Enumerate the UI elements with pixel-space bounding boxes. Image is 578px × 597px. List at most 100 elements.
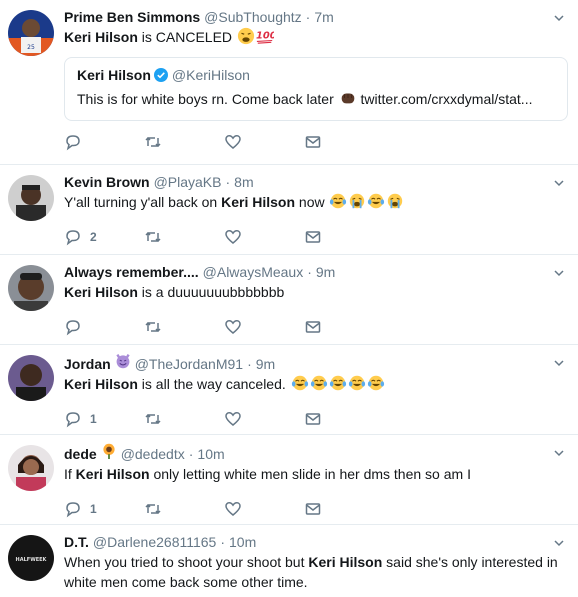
- reply-button[interactable]: [64, 318, 144, 336]
- tweet[interactable]: HALFWEEK D.T. @Darlene26811165 · 10m Whe…: [0, 525, 578, 597]
- direct-message-icon: [305, 136, 321, 148]
- separator-dot: ·: [225, 174, 231, 190]
- avatar[interactable]: 25: [8, 10, 54, 56]
- avatar[interactable]: [8, 175, 54, 221]
- tweet[interactable]: dede @dededtx · 10m If Keri Hilson only …: [0, 435, 578, 525]
- quoted-username: @KeriHilson: [171, 67, 250, 83]
- like-button[interactable]: [224, 318, 304, 336]
- retweet-button[interactable]: [144, 133, 224, 151]
- bold-mention: Keri Hilson: [64, 284, 138, 300]
- retweet-button[interactable]: [144, 318, 224, 336]
- quoted-text: This is for white boys rn. Come back lat…: [77, 88, 555, 110]
- direct-message-icon: [305, 503, 321, 515]
- display-name[interactable]: Always remember....: [64, 263, 199, 281]
- username[interactable]: @PlayaKB: [154, 173, 222, 191]
- quoted-display-name: Keri Hilson: [77, 67, 151, 83]
- timestamp[interactable]: 8m: [234, 173, 253, 191]
- reply-button[interactable]: 1: [64, 500, 144, 518]
- username[interactable]: @AlwaysMeaux: [203, 263, 304, 281]
- tweet-actions: 2: [64, 220, 562, 254]
- bold-mention: Keri Hilson: [64, 29, 138, 45]
- like-button[interactable]: [224, 410, 304, 428]
- text-segment: only letting white men slide in her dms …: [149, 466, 471, 482]
- reply-button[interactable]: 2: [64, 228, 144, 246]
- caret-down-icon[interactable]: [554, 538, 564, 548]
- direct-message-button[interactable]: [304, 318, 384, 336]
- reply-button[interactable]: 1: [64, 410, 144, 428]
- reply-count: 1: [90, 412, 97, 426]
- direct-message-button[interactable]: [304, 410, 384, 428]
- joy-emoji: [310, 375, 327, 391]
- timestamp[interactable]: 7m: [314, 8, 333, 26]
- text-segment: When you tried to shoot your shoot but: [64, 554, 309, 570]
- retweet-icon: [145, 413, 161, 425]
- timestamp[interactable]: 9m: [316, 263, 335, 281]
- avatar[interactable]: [8, 265, 54, 311]
- text-segment: now: [295, 194, 329, 210]
- retweet-button[interactable]: [144, 410, 224, 428]
- avatar[interactable]: [8, 355, 54, 401]
- reply-icon: [66, 135, 80, 151]
- joy-emoji: [291, 375, 308, 391]
- text-segment: If: [64, 466, 76, 482]
- verified-icon: [153, 68, 168, 82]
- direct-message-button[interactable]: [304, 228, 384, 246]
- reply-icon: [66, 230, 80, 246]
- sunflower-emoji: [103, 443, 115, 459]
- caret-down-icon[interactable]: [554, 358, 564, 368]
- smiling-imp-emoji: [116, 353, 130, 369]
- reply-button[interactable]: [64, 133, 144, 151]
- username[interactable]: @dededtx: [121, 445, 185, 463]
- like-icon: [225, 135, 241, 149]
- username[interactable]: @SubThoughtz: [204, 8, 302, 26]
- reply-count: 2: [90, 230, 97, 244]
- retweet-icon: [145, 503, 161, 515]
- avatar[interactable]: HALFWEEK: [8, 535, 54, 581]
- tweet[interactable]: Kevin Brown @PlayaKB · 8m Y'all turning …: [0, 165, 578, 255]
- separator-dot: ·: [305, 9, 311, 25]
- like-button[interactable]: [224, 500, 304, 518]
- timestamp[interactable]: 9m: [256, 355, 275, 373]
- display-name[interactable]: dede: [64, 445, 97, 463]
- display-name[interactable]: Kevin Brown: [64, 173, 150, 191]
- avatar[interactable]: [8, 445, 54, 491]
- separator-dot: ·: [247, 356, 252, 372]
- tweet-actions: 1: [64, 402, 562, 436]
- joy-emoji: [367, 375, 384, 391]
- caret-down-icon[interactable]: [554, 13, 564, 23]
- caret-down-icon[interactable]: [554, 178, 564, 188]
- like-button[interactable]: [224, 228, 304, 246]
- quoted-tweet[interactable]: Keri Hilson @KeriHilson This is for whit…: [64, 57, 568, 121]
- retweet-button[interactable]: [144, 228, 224, 246]
- tired-face-emoji: [237, 27, 255, 45]
- retweet-button[interactable]: [144, 500, 224, 518]
- tweet[interactable]: Always remember.... @AlwaysMeaux · 9m Ke…: [0, 255, 578, 345]
- separator-dot: ·: [220, 534, 226, 550]
- username[interactable]: @Darlene26811165: [93, 533, 216, 551]
- tweet-text: When you tried to shoot your shoot but K…: [64, 552, 562, 592]
- timestamp[interactable]: 10m: [229, 533, 256, 551]
- bold-mention: Keri Hilson: [64, 376, 138, 392]
- caret-down-icon[interactable]: [554, 448, 564, 458]
- tweet[interactable]: Jordan @TheJordanM91 · 9m Keri Hilson is…: [0, 345, 578, 435]
- like-icon: [225, 230, 241, 244]
- display-name[interactable]: Jordan: [64, 355, 111, 373]
- direct-message-button[interactable]: [304, 133, 384, 151]
- tweet[interactable]: 25 Prime Ben Simmons @SubThoughtz · 7m K…: [0, 0, 578, 165]
- retweet-icon: [145, 231, 161, 243]
- reply-icon: [66, 412, 80, 428]
- bold-mention: Keri Hilson: [221, 194, 296, 210]
- caret-down-icon[interactable]: [554, 268, 564, 278]
- bold-mention: Keri Hilson: [308, 554, 383, 570]
- display-name[interactable]: D.T.: [64, 533, 89, 551]
- direct-message-icon: [305, 413, 321, 425]
- hundred-points-emoji: 100: [256, 31, 274, 44]
- tweet-text: Keri Hilson is all the way canceled.: [64, 374, 562, 394]
- timestamp[interactable]: 10m: [197, 445, 224, 463]
- quoted-link[interactable]: twitter.com/crxxdymal/stat...: [357, 91, 533, 107]
- display-name[interactable]: Prime Ben Simmons: [64, 8, 200, 26]
- username[interactable]: @TheJordanM91: [135, 355, 243, 373]
- separator-dot: ·: [307, 264, 312, 280]
- like-button[interactable]: [224, 133, 304, 151]
- direct-message-button[interactable]: [304, 500, 384, 518]
